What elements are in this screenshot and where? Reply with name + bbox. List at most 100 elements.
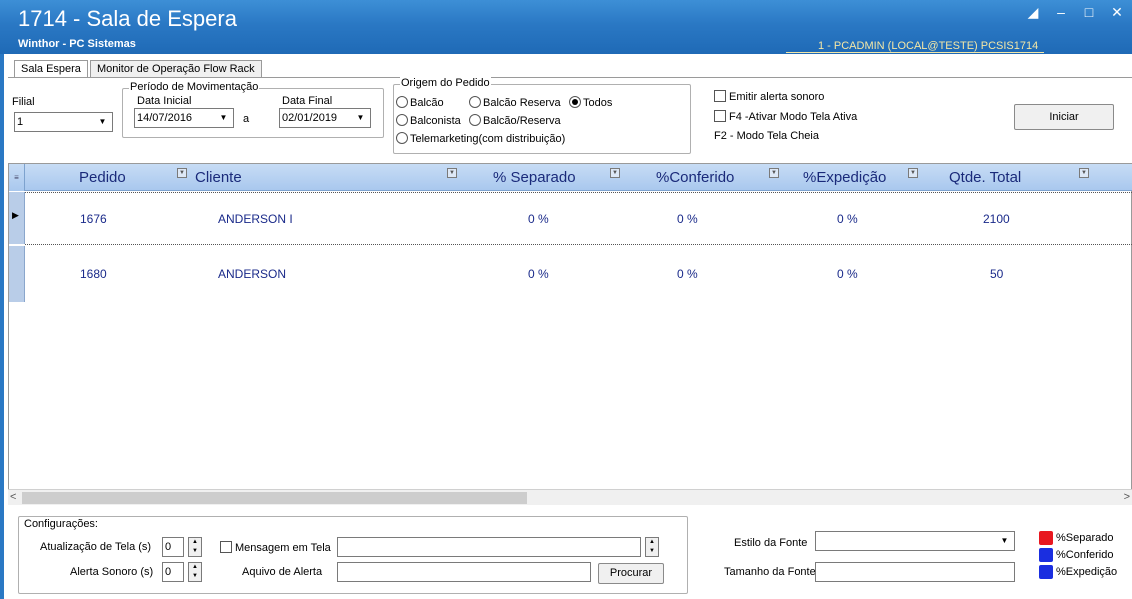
legend-expedicao-swatch [1039,565,1053,579]
window-controls: ◢ – □ ✕ [1024,4,1126,21]
scrollbar-thumb[interactable] [22,492,527,504]
title-bar: 1714 - Sala de Espera Winthor - PC Siste… [0,0,1132,54]
chevron-down-icon: ▼ [98,117,107,126]
radio-balconista-label: Balconista [410,115,461,127]
filter-icon[interactable]: ▼ [769,168,779,178]
filter-icon[interactable]: ▼ [447,168,457,178]
estilo-fonte-select[interactable]: ▼ [815,531,1015,551]
mensagem-input[interactable] [337,537,641,557]
col-qtde-total[interactable]: Qtde. Total [949,169,1021,186]
radio-todos[interactable]: Todos [569,96,612,109]
filial-select[interactable]: 1 ▼ [14,112,113,132]
col-pedido[interactable]: Pedido [79,169,126,186]
tab-monitor-flow-rack[interactable]: Monitor de Operação Flow Rack [89,60,262,78]
chevron-down-icon: ▼ [1000,536,1009,545]
radio-telemarketing[interactable]: Telemarketing(com distribuição) [396,132,565,145]
chevron-down-icon: ▼ [356,113,365,122]
arquivo-input[interactable] [337,562,591,582]
emitir-alerta-label: Emitir alerta sonoro [729,91,825,103]
tab-sala-espera[interactable]: Sala Espera [14,60,88,78]
f2-label: F2 - Modo Tela Cheia [714,130,819,142]
legend-separado-label: %Separado [1056,532,1114,544]
legend-separado-swatch [1039,531,1053,545]
cell-pedido: 1680 [80,267,107,281]
cell-conferido: 0 % [677,212,698,226]
data-inicial-value: 14/07/2016 [137,112,193,124]
scroll-left-icon[interactable]: < [10,491,16,503]
horizontal-scrollbar[interactable]: < > [8,489,1132,505]
window-subtitle: Winthor - PC Sistemas [18,38,136,50]
emitir-alerta-checkbox[interactable]: Emitir alerta sonoro [714,90,824,103]
checkbox-icon [714,110,726,122]
cell-qtde: 50 [990,267,1004,281]
cell-expedicao: 0 % [837,267,858,281]
a-label: a [243,113,250,125]
f4-label: F4 -Ativar Modo Tela Ativa [729,111,858,123]
row-indicator[interactable] [9,246,25,302]
data-inicial-input[interactable]: 14/07/2016 ▼ [134,108,234,128]
row-indicator[interactable]: ▶ [9,192,25,244]
checkbox-icon [714,90,726,102]
arquivo-label: Aquivo de Alerta [242,566,323,578]
radio-telemarketing-label: Telemarketing(com distribuição) [410,133,566,145]
radio-icon [396,114,408,126]
minimize-button[interactable]: – [1052,4,1070,21]
tab-panel-border [8,77,1132,78]
cell-qtde: 2100 [983,212,1010,226]
radio-balcao-reserva2-label: Balcão/Reserva [483,115,561,127]
filter-icon[interactable]: ▼ [1079,168,1089,178]
alerta-sonoro-label: Alerta Sonoro (s) [70,566,154,578]
radio-icon [469,96,481,108]
mensagem-label: Mensagem em Tela [235,542,331,554]
filter-icon[interactable]: ▼ [177,168,187,178]
tab-bar: Sala Espera Monitor de Operação Flow Rac… [14,60,264,78]
config-title: Configurações: [24,518,98,530]
atualizacao-input[interactable]: 0 [162,537,184,557]
grid-header: Pedido ▼ Cliente ▼ % Separado ▼ %Conferi… [9,164,1132,191]
cell-cliente: ANDERSON I [218,212,293,226]
col-conferido[interactable]: %Conferido [656,169,734,186]
window-title: 1714 - Sala de Espera [18,6,237,31]
scroll-right-icon[interactable]: > [1124,491,1130,503]
radio-icon [469,114,481,126]
mensagem-stepper[interactable]: ▲ ▼ [645,537,659,557]
data-inicial-label: Data Inicial [137,95,192,107]
row-focus-top [25,192,1132,193]
radio-selected-icon [569,96,581,108]
f4-checkbox[interactable]: F4 -Ativar Modo Tela Ativa [714,110,857,123]
atualizacao-label: Atualização de Tela (s) [40,541,152,553]
estilo-fonte-label: Estilo da Fonte [734,537,808,549]
radio-balcao-reserva2[interactable]: Balcão/Reserva [469,114,561,127]
radio-balconista[interactable]: Balconista [396,114,461,127]
origem-title: Origem do Pedido [400,77,491,89]
col-cliente[interactable]: Cliente [195,169,242,186]
radio-balcao-reserva[interactable]: Balcão Reserva [469,96,561,109]
maximize-button[interactable]: □ [1080,4,1098,21]
close-button[interactable]: ✕ [1108,4,1126,21]
chevron-down-icon: ▼ [219,113,228,122]
cell-conferido: 0 % [677,267,698,281]
col-expedicao[interactable]: %Expedição [803,169,886,186]
radio-balcao[interactable]: Balcão [396,96,444,109]
alerta-sonoro-stepper[interactable]: ▲ ▼ [188,562,202,582]
col-separado[interactable]: % Separado [493,169,576,186]
radio-balcao-label: Balcão [410,97,444,109]
mensagem-checkbox[interactable]: Mensagem em Tela [220,541,331,554]
restore-icon[interactable]: ◢ [1024,4,1042,21]
row-separator [25,244,1132,245]
data-grid: Pedido ▼ Cliente ▼ % Separado ▼ %Conferi… [8,163,1132,505]
data-final-input[interactable]: 02/01/2019 ▼ [279,108,371,128]
current-row-icon: ▶ [12,210,19,220]
atualizacao-stepper[interactable]: ▲ ▼ [188,537,202,557]
cell-separado: 0 % [528,267,549,281]
tamanho-fonte-label: Tamanho da Fonte [724,566,816,578]
legend-conferido-label: %Conferido [1056,549,1114,561]
data-final-label: Data Final [282,95,333,107]
filter-icon[interactable]: ▼ [908,168,918,178]
procurar-button[interactable]: Procurar [598,563,664,584]
iniciar-button[interactable]: Iniciar [1014,104,1114,130]
filter-icon[interactable]: ▼ [610,168,620,178]
tamanho-fonte-input[interactable] [815,562,1015,582]
alerta-sonoro-input[interactable]: 0 [162,562,184,582]
cell-separado: 0 % [528,212,549,226]
